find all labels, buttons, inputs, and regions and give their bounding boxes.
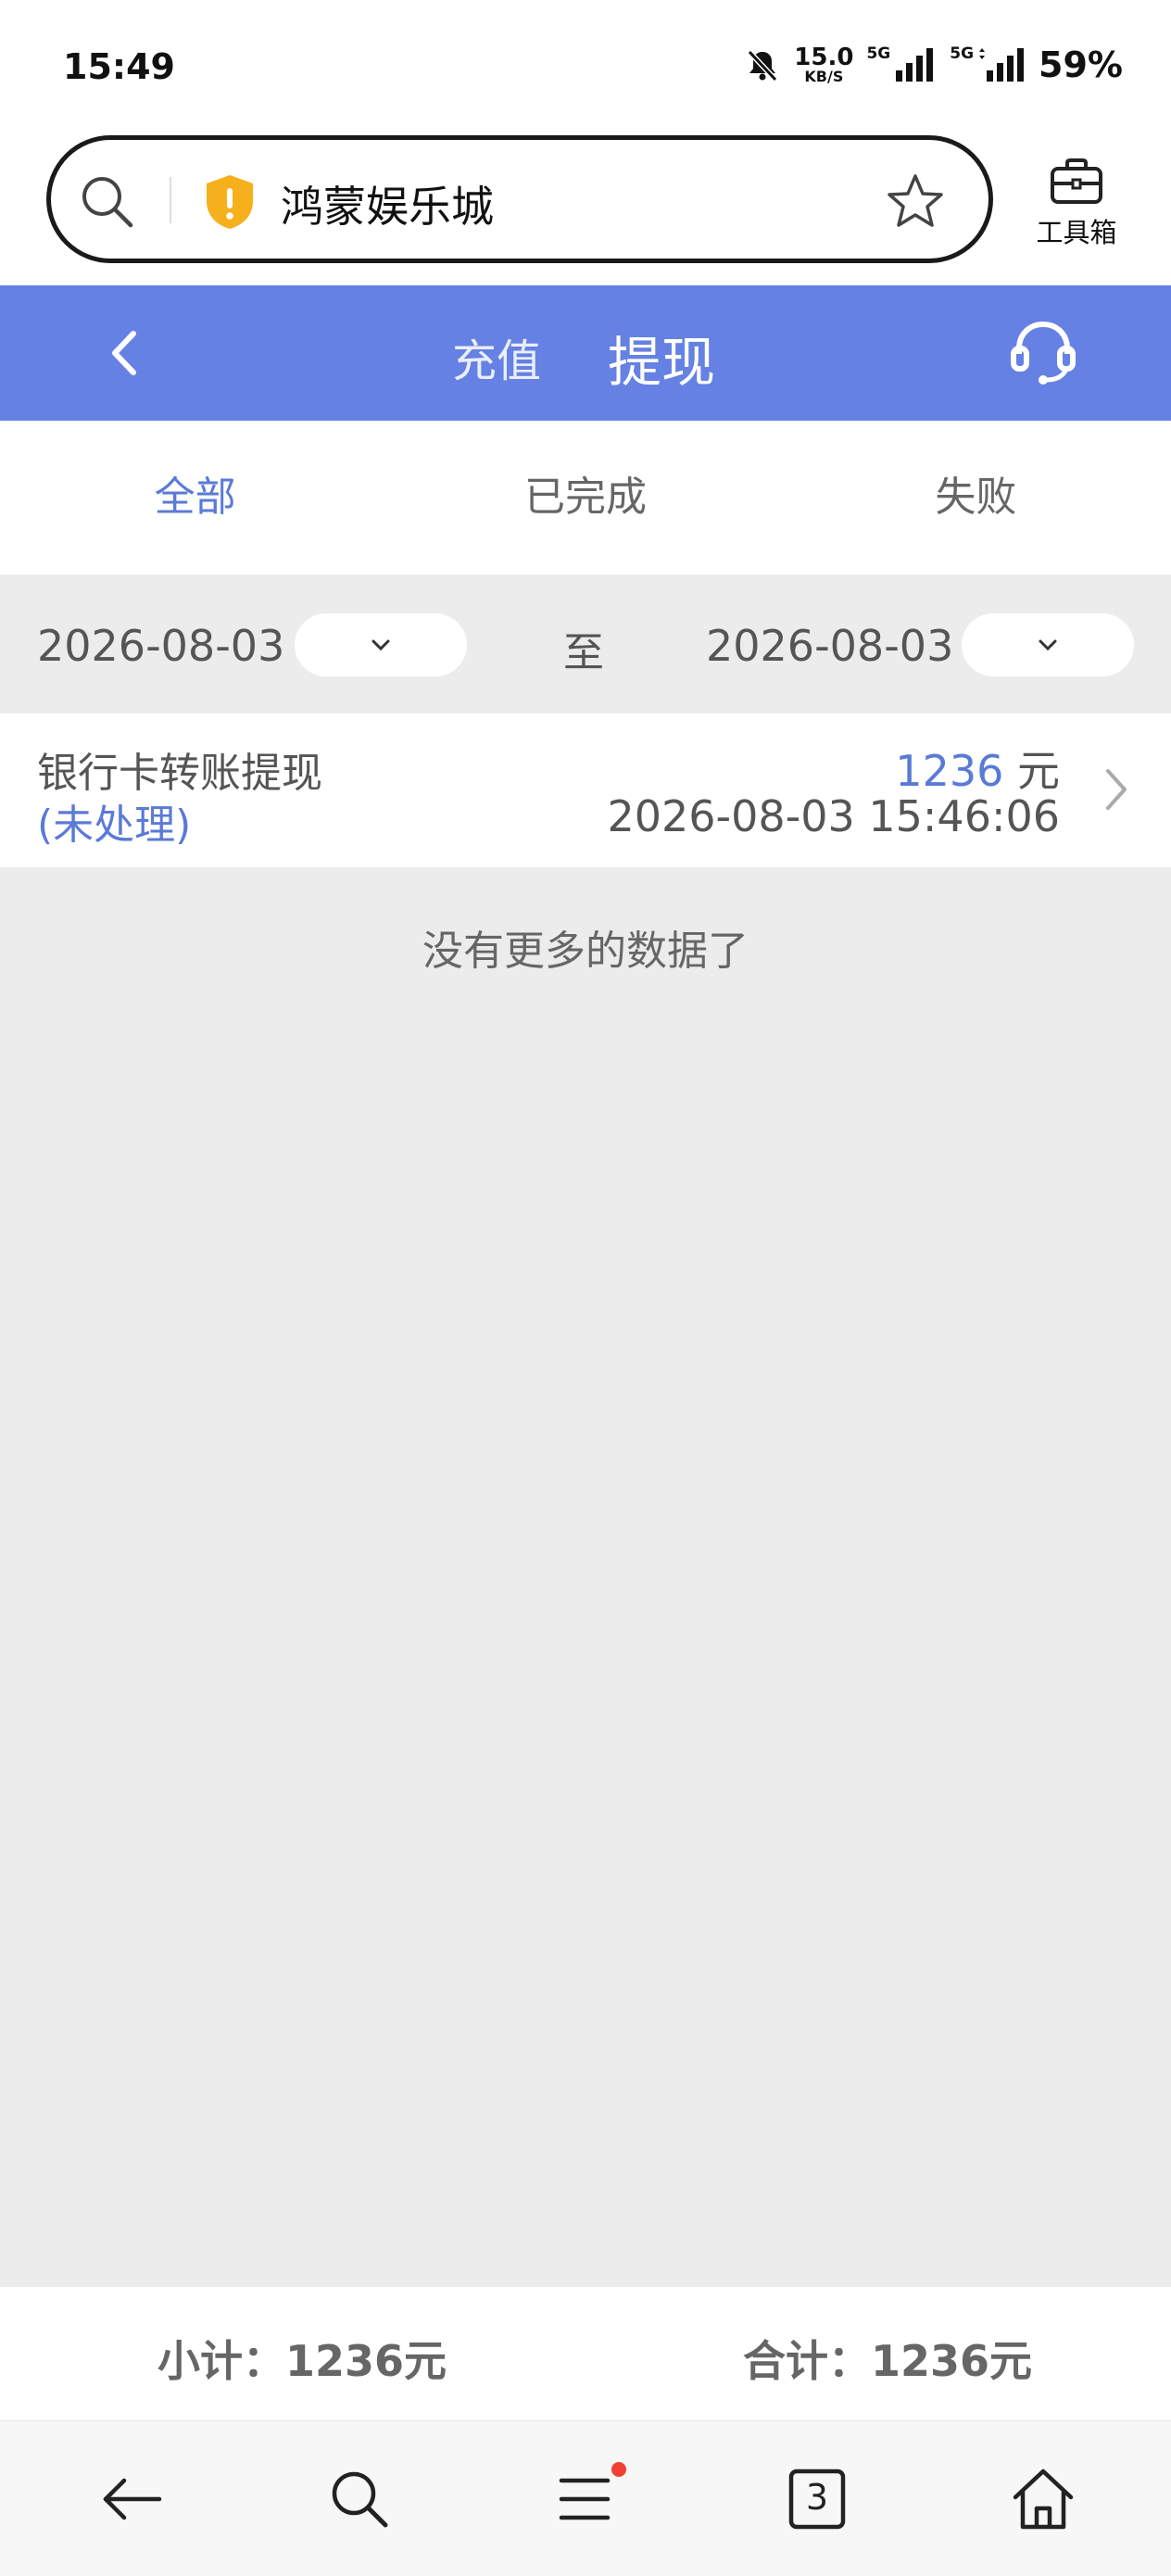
no-more-data-text: 没有更多的数据了	[422, 928, 749, 975]
record-amount-unit: 元	[1017, 746, 1060, 796]
start-date[interactable]: 2026-08-03	[37, 621, 284, 671]
address-bar[interactable]: 鸿蒙娱乐城	[46, 135, 993, 263]
signal-icon	[896, 48, 934, 82]
end-date[interactable]: 2026-08-03	[706, 621, 953, 671]
signal-label-1: 5G	[866, 44, 891, 63]
menu-icon	[559, 2478, 611, 2520]
page: 15:49 15.0 KB/S 5G 5G 59% 鸿蒙娱乐城 工具箱 充值 提…	[0, 0, 1171, 2576]
filter-tab-completed[interactable]: 已完成	[390, 421, 780, 575]
menu-button[interactable]	[552, 2462, 626, 2534]
toolbox-button[interactable]: 工具箱	[1030, 158, 1123, 259]
star-icon[interactable]	[885, 171, 946, 233]
network-speed: 15.0 KB/S	[794, 45, 853, 84]
subtotal-value: 1236元	[285, 2336, 447, 2386]
home-icon[interactable]	[1008, 2464, 1078, 2534]
date-separator: 至	[563, 629, 604, 676]
signal-label-2: 5G	[950, 44, 975, 63]
filter-tab-failed[interactable]: 失败	[781, 421, 1171, 575]
site-title[interactable]: 鸿蒙娱乐城	[281, 173, 494, 234]
status-bar: 15:49 15.0 KB/S 5G 5G 59%	[0, 0, 1171, 139]
subtotal: 小计：1236元	[157, 2328, 447, 2389]
status-indicators: 15.0 KB/S 5G 5G 59%	[744, 44, 1123, 85]
chevron-down-icon	[1039, 639, 1057, 651]
mute-bell-icon	[748, 49, 778, 82]
signal-icon-2	[979, 48, 1025, 82]
back-arrow-icon[interactable]	[93, 321, 157, 385]
browser-toolbar: 鸿蒙娱乐城 工具箱	[0, 130, 1171, 285]
search-icon[interactable]	[77, 171, 136, 231]
list-item[interactable]: 银行卡转账提现 (未处理) 1236 元 2026-08-03 15:46:06	[0, 713, 1171, 867]
record-status: (未处理)	[37, 802, 192, 849]
chevron-right-icon	[1106, 769, 1127, 810]
record-amount: 1236	[895, 746, 1004, 796]
net-speed-value: 15.0	[794, 44, 854, 71]
total-value: 1236元	[871, 2336, 1033, 2386]
chevron-down-icon	[371, 639, 390, 651]
tabs-button[interactable]: 3	[782, 2464, 852, 2534]
notification-dot	[611, 2462, 626, 2477]
record-time: 2026-08-03 15:46:06	[607, 791, 1060, 841]
address-divider	[170, 177, 171, 223]
tab-withdraw[interactable]: 提现	[608, 319, 715, 397]
back-icon[interactable]	[96, 2464, 167, 2534]
end-date-dropdown[interactable]	[962, 613, 1134, 676]
battery-level: 59%	[1039, 44, 1123, 85]
start-date-dropdown[interactable]	[295, 613, 467, 676]
total-label: 合计：	[743, 2336, 871, 2386]
headset-support-icon[interactable]	[1008, 317, 1078, 387]
shield-warning-icon[interactable]	[203, 173, 257, 231]
search-icon[interactable]	[324, 2464, 395, 2534]
app-header: 充值 提现	[0, 285, 1171, 421]
date-range-filter: 2026-08-03 至 2026-08-03	[0, 575, 1171, 713]
subtotal-label: 小计：	[157, 2336, 285, 2386]
tab-recharge[interactable]: 充值	[452, 324, 541, 389]
status-filter-tabs: 全部 已完成 失败	[0, 421, 1171, 575]
tab-count: 3	[805, 2477, 829, 2518]
status-time: 15:49	[63, 46, 175, 87]
net-speed-unit: KB/S	[804, 68, 844, 85]
toolbox-label: 工具箱	[1036, 217, 1117, 248]
record-amount-line: 1236 元	[895, 738, 1060, 799]
totals-bar: 小计：1236元 合计：1236元	[0, 2287, 1171, 2420]
filter-tab-all[interactable]: 全部	[0, 421, 390, 575]
record-type: 银行卡转账提现	[37, 750, 322, 797]
toolbox-icon	[1051, 158, 1102, 204]
browser-bottom-nav: 3	[0, 2420, 1171, 2576]
total: 合计：1236元	[743, 2328, 1032, 2389]
